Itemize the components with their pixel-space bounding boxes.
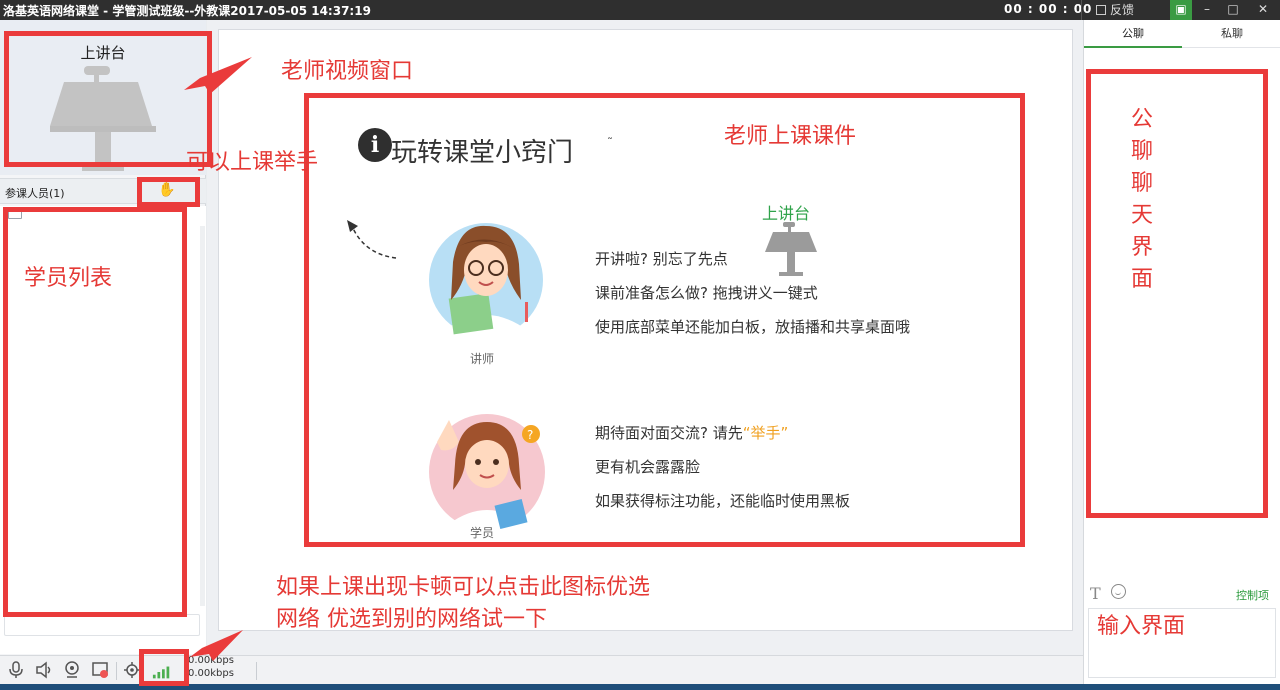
upload-rate: 0.00kbps [188, 655, 234, 666]
text-format-icon[interactable]: T [1090, 584, 1101, 603]
public-chat-char: 聊 [1130, 139, 1153, 164]
title-divider [1081, 0, 1082, 20]
public-chat-char: 公 [1130, 107, 1153, 132]
teacher-video-highlight [4, 31, 212, 167]
camera-icon[interactable] [62, 660, 82, 680]
student-list-annotation: 学员列表 [24, 266, 113, 291]
courseware-highlight [304, 93, 1025, 547]
screen-share-icon[interactable] [90, 660, 110, 680]
raise-hand-annotation: 可以上课举手 [186, 150, 319, 175]
toolbar-divider [116, 662, 117, 680]
minimize-button[interactable]: – [1196, 0, 1218, 20]
public-chat-char: 聊 [1130, 171, 1153, 196]
download-rate: 0.00kbps [188, 668, 234, 679]
public-chat-annotation: 公 聊 聊 天 界 面 [1130, 104, 1154, 296]
student-search-input[interactable] [4, 614, 200, 636]
close-button[interactable]: ✕ [1252, 0, 1274, 20]
public-chat-char: 面 [1130, 267, 1153, 292]
public-chat-highlight [1086, 69, 1268, 518]
courseware-annotation: 老师上课课件 [724, 124, 857, 149]
student-list-scrollbar[interactable] [200, 226, 205, 606]
public-chat-char: 天 [1130, 203, 1153, 228]
maximize-button[interactable]: □ [1222, 0, 1244, 20]
speaker-icon[interactable] [34, 660, 54, 680]
class-timer: 00 : 00 : 00 [1004, 2, 1093, 16]
feedback-button[interactable]: 反馈 [1096, 1, 1134, 18]
tab-private-chat[interactable]: 私聊 [1183, 20, 1280, 48]
emoji-icon[interactable] [1111, 584, 1126, 599]
input-area-annotation: 输入界面 [1097, 614, 1186, 639]
title-bar: 洛基英语网络课堂 - 学管测试班级--外教课2017-05-05 14:37:1… [0, 0, 1280, 20]
feedback-label: 反馈 [1110, 3, 1135, 17]
teacher-video-annotation: 老师视频窗口 [281, 59, 414, 84]
window-title: 洛基英语网络课堂 - 学管测试班级--外教课2017-05-05 14:37:1… [3, 4, 371, 18]
feedback-icon [1096, 5, 1106, 15]
os-taskbar [0, 684, 1280, 690]
tab-public-chat[interactable]: 公聊 [1084, 20, 1182, 48]
microphone-icon[interactable] [6, 660, 26, 680]
raise-hand-highlight-box [137, 177, 200, 207]
public-chat-char: 界 [1130, 235, 1153, 260]
pin-button[interactable]: ▣ [1170, 0, 1192, 20]
control-options-link[interactable]: 控制项 [1236, 587, 1269, 603]
network-annotation-line1: 如果上课出现卡顿可以点击此图标优选 [276, 575, 651, 600]
toolbar-divider [256, 662, 257, 680]
participants-count: 参课人员(1) [5, 187, 65, 200]
chat-toolbar: T 控制项 [1084, 582, 1280, 606]
network-icon-highlight [139, 649, 189, 686]
network-annotation-line2: 网络 优选到别的网络试一下 [276, 607, 547, 632]
chat-tabs: 公聊 私聊 [1084, 20, 1280, 48]
